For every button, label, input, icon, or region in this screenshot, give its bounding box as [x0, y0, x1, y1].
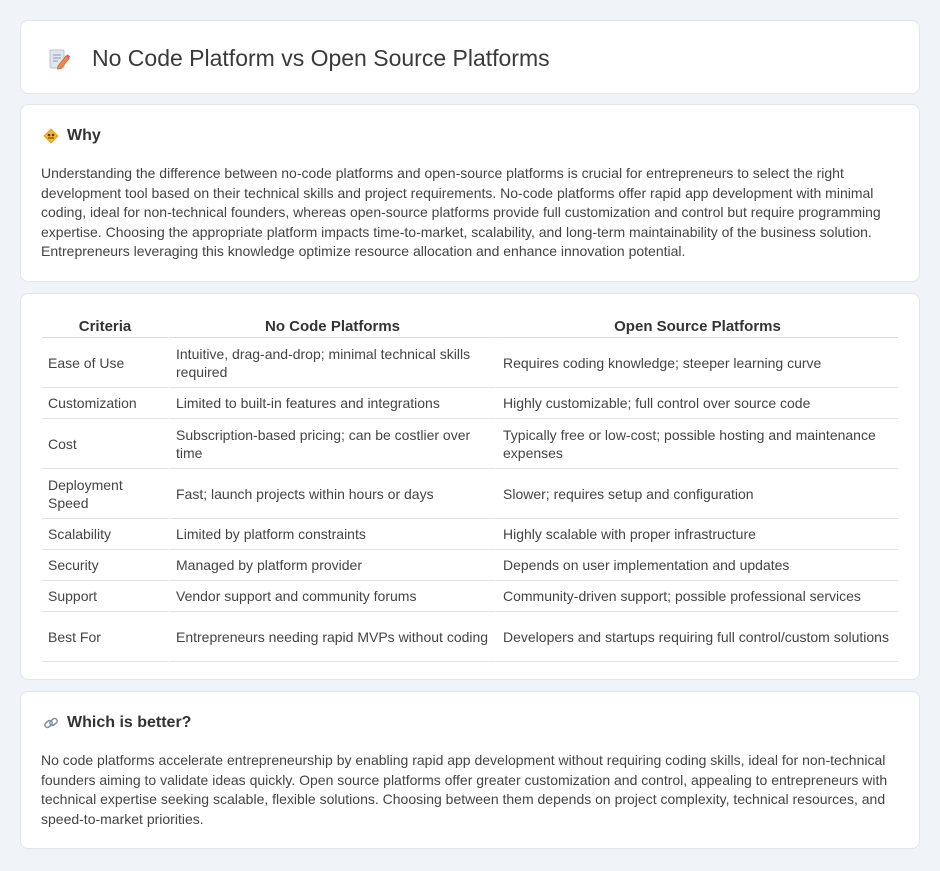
why-section: Why Understanding the difference between…: [20, 104, 920, 282]
criteria-cell: Scalability: [42, 519, 168, 550]
table-header-row: Criteria No Code Platforms Open Source P…: [42, 315, 898, 338]
open-source-cell: Developers and startups requiring full c…: [495, 612, 898, 662]
no-code-cell: Limited by platform constraints: [168, 519, 495, 550]
open-source-cell: Highly scalable with proper infrastructu…: [495, 519, 898, 550]
criteria-cell: Support: [42, 581, 168, 612]
criteria-cell: Deployment Speed: [42, 469, 168, 519]
no-code-cell: Limited to built-in features and integra…: [168, 388, 495, 419]
no-code-cell: Entrepreneurs needing rapid MVPs without…: [168, 612, 495, 662]
table-row: Cost Subscription-based pricing; can be …: [42, 419, 898, 469]
why-body: Understanding the difference between no-…: [41, 165, 881, 260]
which-is-better-heading: Which is better?: [43, 714, 191, 732]
column-header-criteria: Criteria: [42, 315, 168, 338]
column-header-no-code: No Code Platforms: [168, 315, 495, 338]
open-source-cell: Community-driven support; possible profe…: [495, 581, 898, 612]
table-row: Deployment Speed Fast; launch projects w…: [42, 469, 898, 519]
link-icon: [44, 717, 58, 729]
why-title: Why: [67, 127, 101, 144]
table-row: Scalability Limited by platform constrai…: [42, 519, 898, 550]
table-row: Ease of Use Intuitive, drag-and-drop; mi…: [42, 338, 898, 388]
header-card: No Code Platform vs Open Source Platform…: [20, 20, 920, 94]
table-row: Best For Entrepreneurs needing rapid MVP…: [42, 612, 898, 662]
open-source-cell: Depends on user implementation and updat…: [495, 550, 898, 581]
criteria-cell: Best For: [42, 612, 168, 662]
column-header-open-source: Open Source Platforms: [495, 315, 898, 338]
criteria-cell: Cost: [42, 419, 168, 469]
diamond-sign-icon: [43, 128, 59, 144]
no-code-cell: Vendor support and community forums: [168, 581, 495, 612]
which-is-better-body: No code platforms accelerate entrepreneu…: [41, 752, 888, 827]
which-is-better-title: Which is better?: [67, 714, 192, 731]
page-title: No Code Platform vs Open Source Platform…: [92, 45, 550, 71]
no-code-cell: Intuitive, drag-and-drop; minimal techni…: [168, 338, 495, 388]
criteria-cell: Customization: [42, 388, 168, 419]
open-source-cell: Slower; requires setup and configuration: [495, 469, 898, 519]
document-pencil-icon: [49, 49, 70, 70]
comparison-table: Criteria No Code Platforms Open Source P…: [42, 315, 898, 662]
criteria-cell: Security: [42, 550, 168, 581]
open-source-cell: Typically free or low-cost; possible hos…: [495, 419, 898, 469]
no-code-cell: Fast; launch projects within hours or da…: [168, 469, 495, 519]
which-is-better-section: Which is better? No code platforms accel…: [20, 691, 920, 849]
table-row: Support Vendor support and community for…: [42, 581, 898, 612]
criteria-cell: Ease of Use: [42, 338, 168, 388]
no-code-cell: Managed by platform provider: [168, 550, 495, 581]
table-row: Customization Limited to built-in featur…: [42, 388, 898, 419]
no-code-cell: Subscription-based pricing; can be costl…: [168, 419, 495, 469]
open-source-cell: Requires coding knowledge; steeper learn…: [495, 338, 898, 388]
comparison-table-card: Criteria No Code Platforms Open Source P…: [20, 293, 920, 680]
table-row: Security Managed by platform provider De…: [42, 550, 898, 581]
why-heading: Why: [43, 127, 101, 145]
open-source-cell: Highly customizable; full control over s…: [495, 388, 898, 419]
